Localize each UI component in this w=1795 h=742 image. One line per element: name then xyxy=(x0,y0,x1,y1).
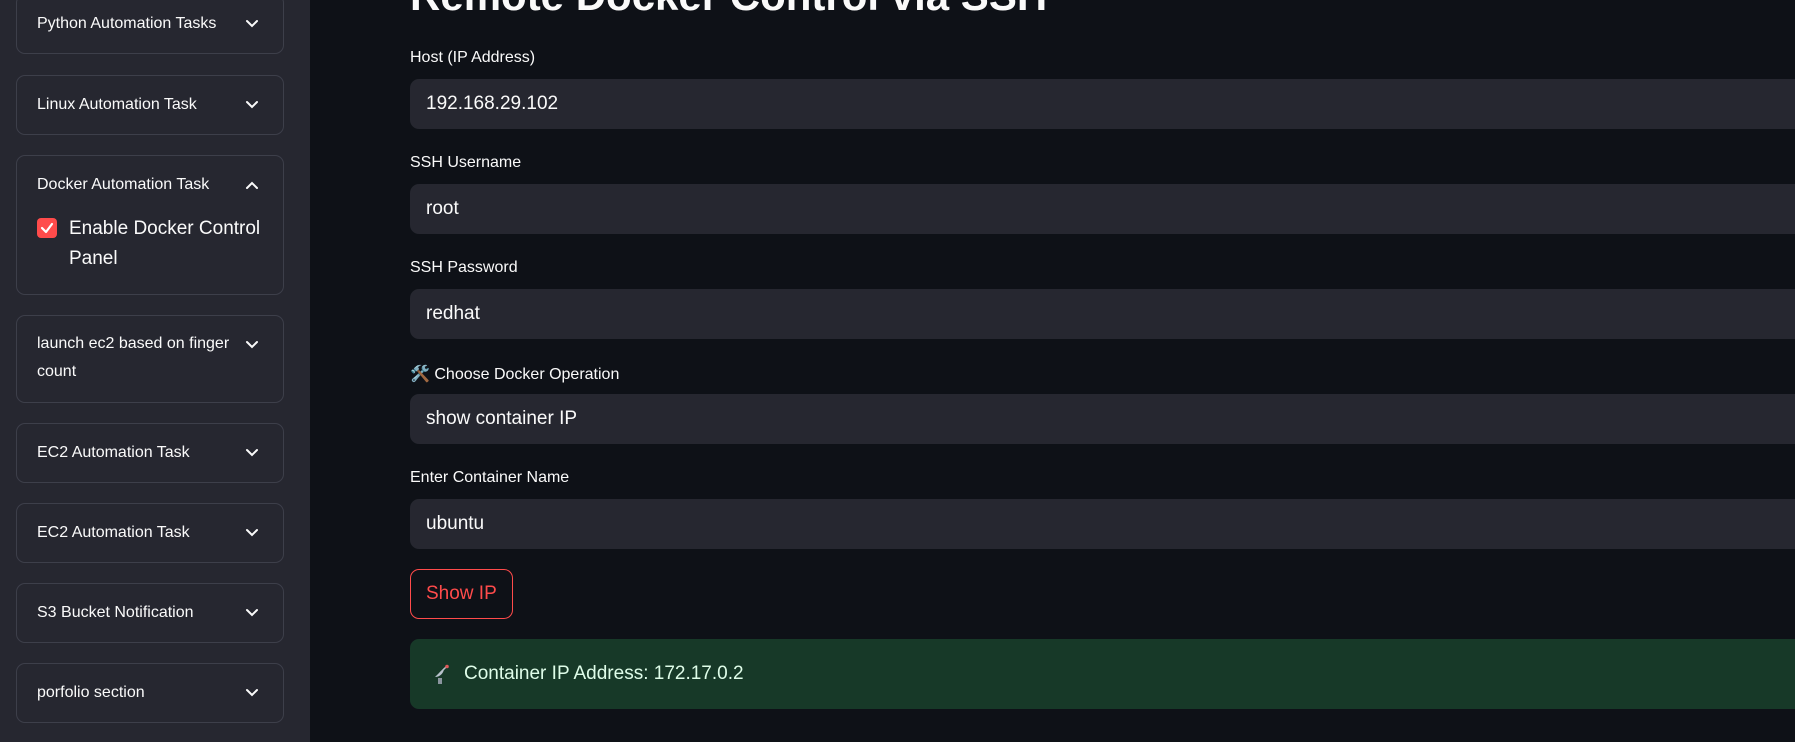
expander-docker-automation[interactable]: Docker Automation Task Enable Docker Con… xyxy=(16,155,284,295)
chevron-down-icon xyxy=(245,686,259,700)
expander-linux-automation[interactable]: Linux Automation Task xyxy=(16,75,284,135)
username-input-value: root xyxy=(426,198,459,219)
expander-python-automation[interactable]: Python Automation Tasks xyxy=(16,0,284,54)
satellite-antenna-icon xyxy=(432,663,454,685)
enable-docker-checkbox[interactable] xyxy=(37,218,57,238)
operation-select[interactable]: show container IP xyxy=(410,394,1795,444)
expander-launch-ec2-finger[interactable]: launch ec2 based on finger count xyxy=(16,315,284,403)
container-input-value: ubuntu xyxy=(426,513,485,534)
main-content: Remote Docker Control via SSH Host (IP A… xyxy=(310,0,1795,742)
password-label: SSH Password xyxy=(410,259,518,276)
expander-label: EC2 Automation Task xyxy=(37,444,190,461)
expander-label: launch ec2 based on finger count xyxy=(37,335,230,380)
host-input-value: 192.168.29.102 xyxy=(426,93,559,114)
operation-select-value: show container IP xyxy=(426,408,578,429)
container-input[interactable]: ubuntu xyxy=(410,499,1795,549)
username-input[interactable]: root xyxy=(410,184,1795,234)
enable-docker-checkbox-label: Enable Docker Control Panel xyxy=(69,218,261,269)
expander-label: Python Automation Tasks xyxy=(37,15,217,32)
container-label: Enter Container Name xyxy=(410,469,570,486)
chevron-down-icon xyxy=(245,526,259,540)
chevron-down-icon xyxy=(245,446,259,460)
expander-label: Docker Automation Task xyxy=(37,176,210,193)
password-input-value: redhat xyxy=(426,303,480,324)
expander-s3-notification[interactable]: S3 Bucket Notification xyxy=(16,583,284,643)
chevron-up-icon xyxy=(245,178,259,192)
operation-label: 🛠️ Choose Docker Operation xyxy=(410,366,620,383)
chevron-down-icon xyxy=(245,98,259,112)
expander-ec2-automation-1[interactable]: EC2 Automation Task xyxy=(16,423,284,483)
sidebar: Python Automation Tasks Linux Automation… xyxy=(0,0,310,742)
host-input[interactable]: 192.168.29.102 xyxy=(410,79,1795,129)
checkmark-icon xyxy=(40,222,54,234)
result-text: Container IP Address: 172.17.0.2 xyxy=(464,663,744,684)
host-label: Host (IP Address) xyxy=(410,49,536,66)
success-alert: Container IP Address: 172.17.0.2 xyxy=(410,639,1795,709)
expander-label: porfolio section xyxy=(37,684,145,701)
show-ip-button[interactable]: Show IP xyxy=(410,569,513,619)
password-input[interactable]: redhat xyxy=(410,289,1795,339)
chevron-down-icon xyxy=(245,338,259,352)
username-label: SSH Username xyxy=(410,154,522,171)
chevron-down-icon xyxy=(245,606,259,620)
expander-portfolio-section[interactable]: porfolio section xyxy=(16,663,284,723)
page-title: Remote Docker Control via SSH xyxy=(410,0,1047,20)
expander-label: Linux Automation Task xyxy=(37,96,197,113)
chevron-down-icon xyxy=(245,17,259,31)
expander-label: S3 Bucket Notification xyxy=(37,604,194,621)
expander-label: EC2 Automation Task xyxy=(37,524,190,541)
expander-ec2-automation-2[interactable]: EC2 Automation Task xyxy=(16,503,284,563)
